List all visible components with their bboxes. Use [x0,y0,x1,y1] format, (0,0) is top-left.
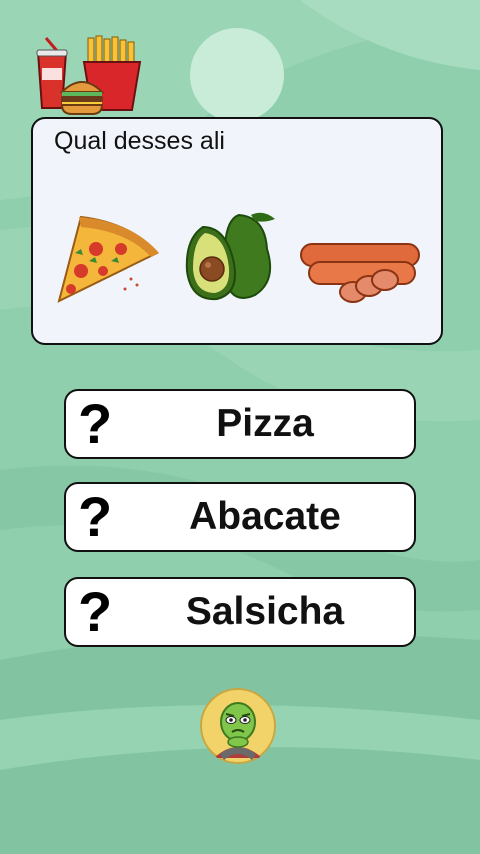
pizza-slice-image [57,215,159,303]
question-mark-icon: ? [78,580,113,643]
question-card: Qual desses ali [31,117,443,345]
answer-label: Salsicha [185,590,345,633]
question-mark-icon: ? [78,485,113,548]
sausage-image [300,243,420,303]
avocado-image [185,212,275,301]
question-text: Qual desses ali [54,127,225,155]
question-mark-icon: ? [78,392,113,455]
fast-food-logo-icon [36,35,142,115]
green-alien-avatar-icon [200,688,276,764]
answer-option-abacate[interactable]: ? Abacate [64,482,416,552]
answer-option-pizza[interactable]: ? Pizza [64,389,416,459]
answer-label: Abacate [189,495,341,538]
decorative-circle [190,28,284,122]
answer-option-salsicha[interactable]: ? Salsicha [64,577,416,647]
answer-label: Pizza [216,402,314,445]
